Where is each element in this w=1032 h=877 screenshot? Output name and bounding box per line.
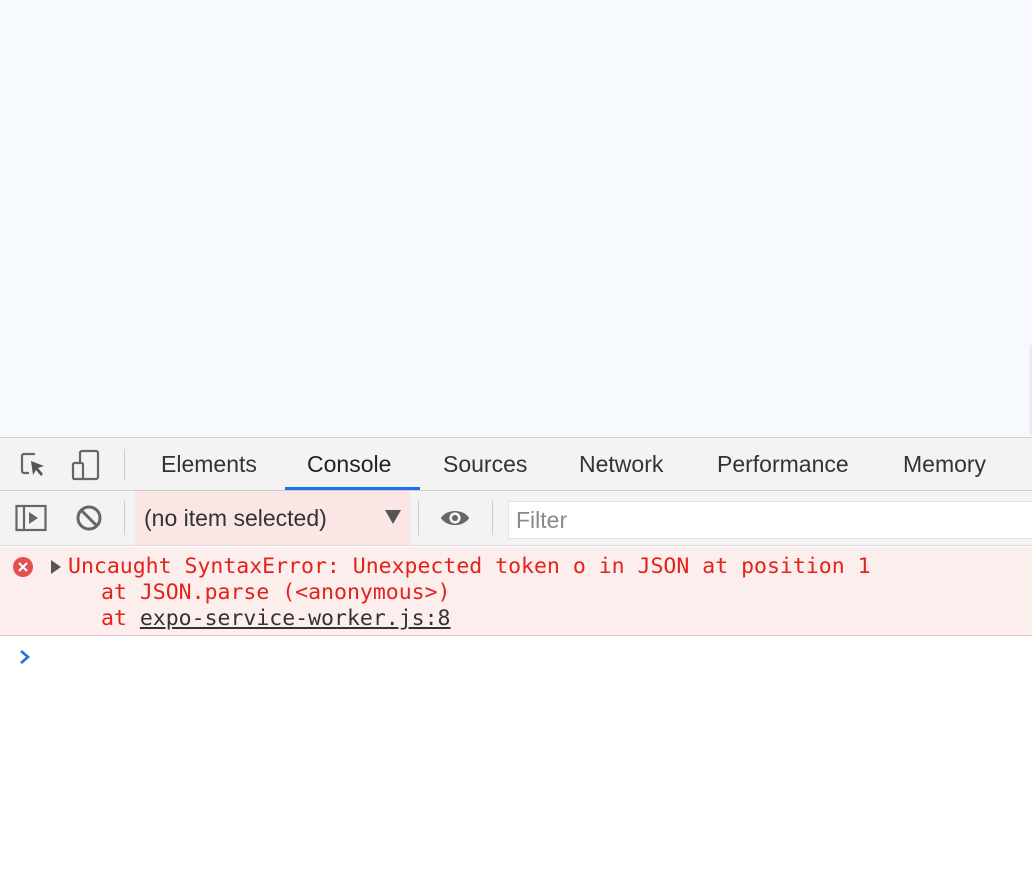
tab-performance[interactable]: Performance bbox=[717, 438, 849, 490]
clear-console-icon[interactable] bbox=[73, 502, 105, 534]
tab-console[interactable]: Console bbox=[285, 438, 420, 490]
viewport-edge-shadow bbox=[1028, 345, 1032, 435]
devtools-tabbar: Elements Console Sources Network Perform… bbox=[0, 438, 1032, 491]
source-link[interactable]: expo-service-worker.js:8 bbox=[140, 606, 451, 631]
expand-triangle-icon[interactable] bbox=[51, 560, 61, 574]
stack-frame-text: JSON.parse (<anonymous>) bbox=[139, 580, 451, 605]
context-selector[interactable]: (no item selected) bbox=[135, 491, 410, 545]
tab-elements[interactable]: Elements bbox=[161, 438, 257, 490]
toolbar-separator bbox=[492, 501, 493, 535]
chevron-right-icon[interactable] bbox=[16, 646, 36, 668]
tab-memory[interactable]: Memory bbox=[903, 438, 986, 490]
tab-sources[interactable]: Sources bbox=[443, 438, 527, 490]
filter-input[interactable] bbox=[508, 501, 1032, 539]
toolbar-separator bbox=[124, 501, 125, 535]
tab-network[interactable]: Network bbox=[579, 438, 663, 490]
context-selector-value: (no item selected) bbox=[144, 505, 327, 531]
dropdown-caret-icon bbox=[385, 510, 401, 524]
error-circle-icon bbox=[13, 557, 33, 577]
show-sidebar-icon[interactable] bbox=[15, 502, 47, 534]
stack-frame: at expo-service-worker.js:8 bbox=[101, 606, 451, 632]
tabbar-separator bbox=[124, 449, 125, 480]
device-toolbar-icon[interactable] bbox=[70, 449, 102, 481]
toolbar-separator bbox=[418, 501, 419, 535]
console-toolbar: (no item selected) bbox=[0, 491, 1032, 546]
error-text: Uncaught SyntaxError: Unexpected token o… bbox=[68, 554, 871, 579]
stack-frame: at JSON.parse (<anonymous>) bbox=[101, 580, 451, 606]
inspect-element-icon[interactable] bbox=[17, 449, 49, 481]
live-expression-eye-icon[interactable] bbox=[439, 502, 471, 534]
stack-prefix: at bbox=[101, 580, 140, 605]
page-viewport bbox=[0, 0, 1032, 437]
devtools-panel: Elements Console Sources Network Perform… bbox=[0, 437, 1032, 877]
console-error-message: Uncaught SyntaxError: Unexpected token o… bbox=[0, 547, 1032, 636]
stack-prefix: at bbox=[101, 606, 140, 631]
